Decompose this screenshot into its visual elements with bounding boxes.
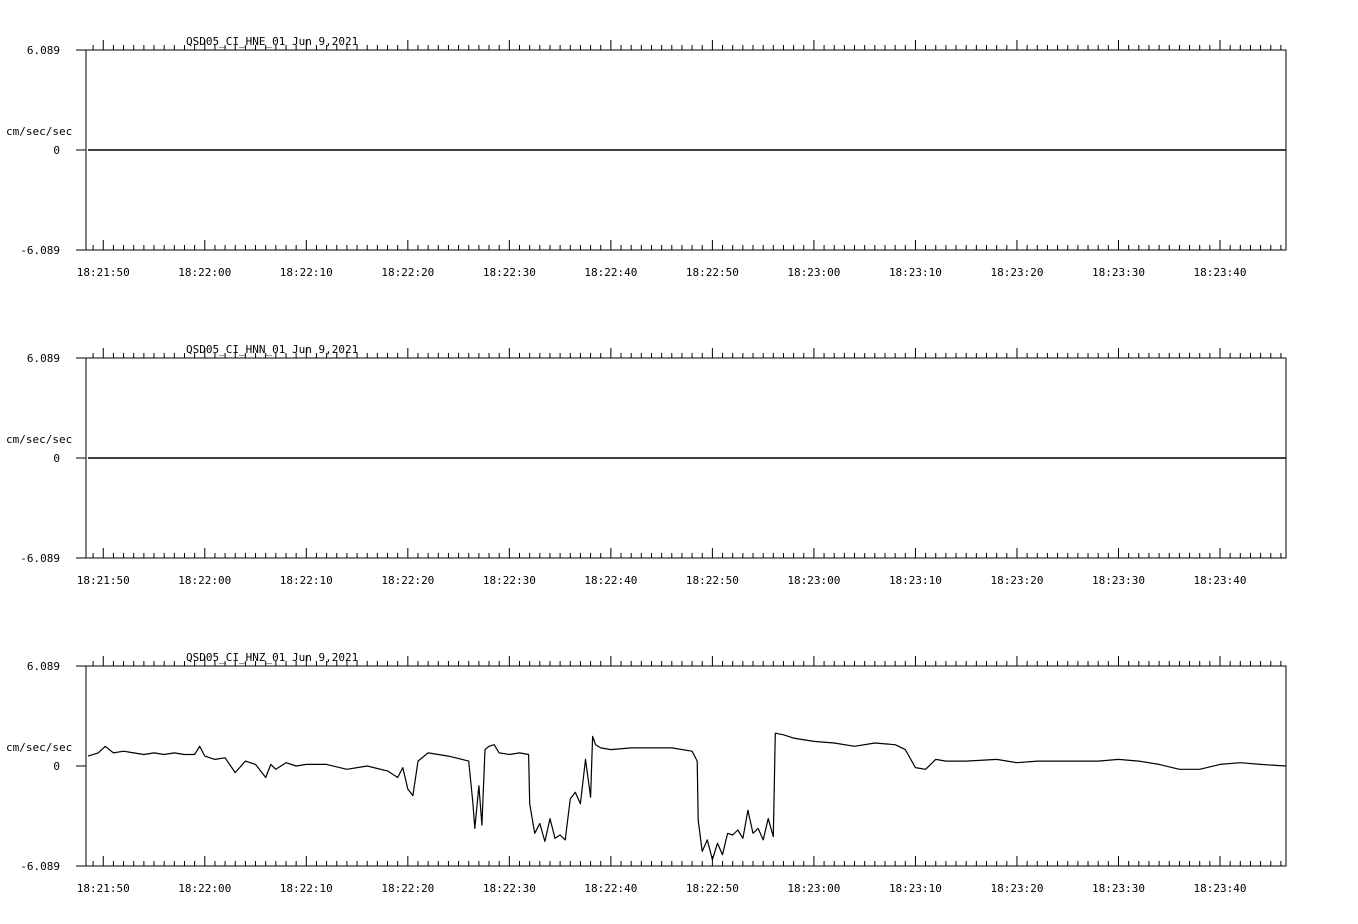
hne-xtick-label: 18:23:10: [889, 266, 942, 279]
hnn-xtick-label: 18:22:30: [483, 574, 536, 587]
hnz-xtick-label: 18:23:20: [990, 882, 1043, 895]
hnz-plot-frame: [85, 665, 1287, 867]
hnn-panel-title: QSD05_CI_HNN_01 Jun 9,2021: [186, 343, 358, 356]
hnn-ytick-max-label: 6.089: [27, 352, 60, 365]
hnn-ytick-min-label: -6.089: [20, 552, 60, 565]
hnz-xtick-label: 18:23:30: [1092, 882, 1145, 895]
hne-y-unit-label: cm/sec/sec: [6, 125, 72, 138]
seismogram-figure: QSD05_CI_HNE_01 Jun 9,2021 cm/sec/sec 6.…: [6, 35, 1287, 895]
hne-xtick-label: 18:22:50: [686, 266, 739, 279]
hne-ytick-max-label: 6.089: [27, 44, 60, 57]
hnn-xtick-label: 18:23:40: [1194, 574, 1247, 587]
hnn-xtick-label: 18:23:00: [787, 574, 840, 587]
hne-xtick-label: 18:22:30: [483, 266, 536, 279]
hnz-y-unit-label: cm/sec/sec: [6, 741, 72, 754]
hnn-xtick-label: 18:22:50: [686, 574, 739, 587]
hnn-xtick-label: 18:22:40: [584, 574, 637, 587]
hnz-xtick-label: 18:21:50: [77, 882, 130, 895]
hnz-xtick-label: 18:22:40: [584, 882, 637, 895]
hnz-ytick-min-label: -6.089: [20, 860, 60, 873]
hnz-xtick-label: 18:22:00: [178, 882, 231, 895]
hne-xtick-label: 18:23:20: [990, 266, 1043, 279]
hnn-xtick-label: 18:22:10: [280, 574, 333, 587]
hnz-channel-panel: QSD05_CI_HNZ_01 Jun 9,2021 cm/sec/sec 6.…: [6, 651, 1287, 895]
hne-xtick-label: 18:22:10: [280, 266, 333, 279]
hnn-y-unit-label: cm/sec/sec: [6, 433, 72, 446]
hnz-xtick-label: 18:22:30: [483, 882, 536, 895]
hne-xtick-label: 18:22:20: [381, 266, 434, 279]
hnz-xtick-label: 18:22:10: [280, 882, 333, 895]
hnz-xtick-label: 18:23:40: [1194, 882, 1247, 895]
hnn-xtick-label: 18:23:10: [889, 574, 942, 587]
hnz-ytick-zero-label: 0: [53, 760, 60, 773]
hne-ytick-min-label: -6.089: [20, 244, 60, 257]
hne-xtick-label: 18:21:50: [77, 266, 130, 279]
hne-xtick-label: 18:23:00: [787, 266, 840, 279]
hne-panel-title: QSD05_CI_HNE_01 Jun 9,2021: [186, 35, 358, 48]
hnn-ytick-zero-label: 0: [53, 452, 60, 465]
hnn-xtick-label: 18:23:30: [1092, 574, 1145, 587]
hnz-xtick-label: 18:23:10: [889, 882, 942, 895]
hne-channel-panel: QSD05_CI_HNE_01 Jun 9,2021 cm/sec/sec 6.…: [6, 35, 1287, 279]
hnz-xtick-label: 18:23:00: [787, 882, 840, 895]
hnn-xtick-label: 18:23:20: [990, 574, 1043, 587]
hnz-panel-title: QSD05_CI_HNZ_01 Jun 9,2021: [186, 651, 358, 664]
hnz-waveform-trace: [87, 732, 1287, 861]
hne-xtick-label: 18:23:30: [1092, 266, 1145, 279]
hnn-xtick-label: 18:21:50: [77, 574, 130, 587]
hne-xtick-label: 18:22:00: [178, 266, 231, 279]
hnz-xtick-label: 18:22:20: [381, 882, 434, 895]
hnn-xtick-label: 18:22:00: [178, 574, 231, 587]
hnn-xtick-label: 18:22:20: [381, 574, 434, 587]
hne-ytick-zero-label: 0: [53, 144, 60, 157]
hnz-xtick-label: 18:22:50: [686, 882, 739, 895]
hnn-channel-panel: QSD05_CI_HNN_01 Jun 9,2021 cm/sec/sec 6.…: [6, 343, 1287, 587]
hne-xtick-label: 18:22:40: [584, 266, 637, 279]
hnz-ytick-max-label: 6.089: [27, 660, 60, 673]
hne-xtick-label: 18:23:40: [1194, 266, 1247, 279]
